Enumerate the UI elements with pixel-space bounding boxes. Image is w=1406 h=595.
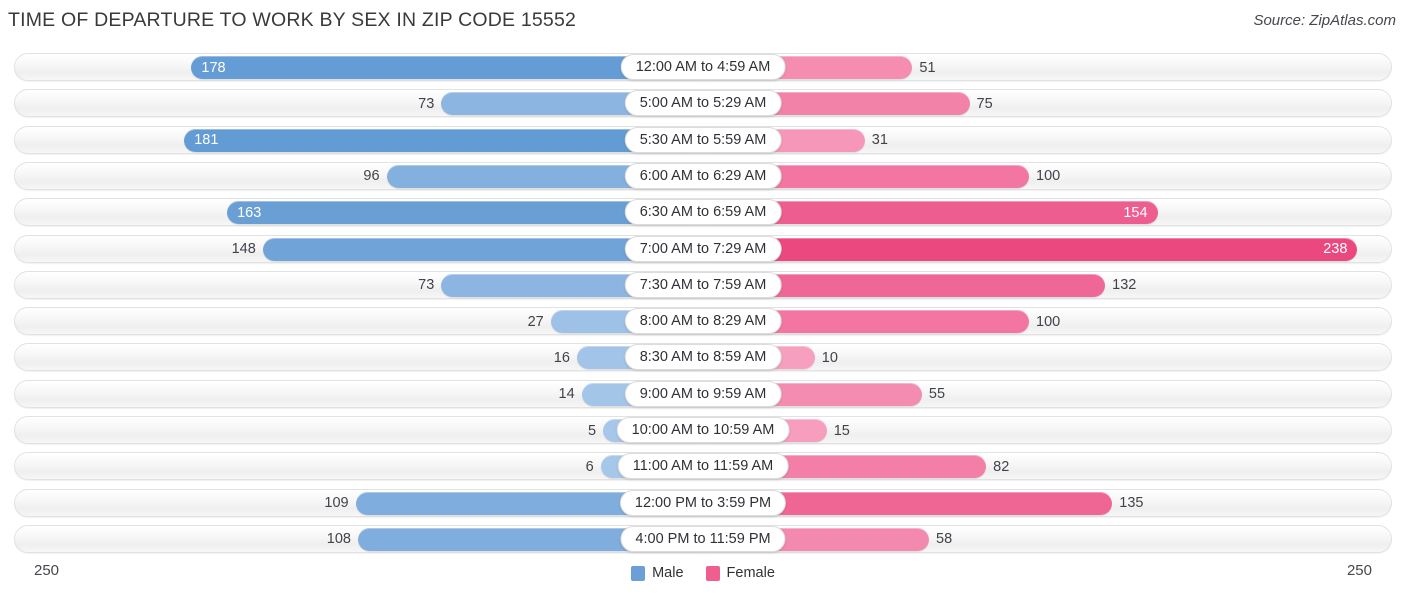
- chart-row[interactable]: 163 154 6:30 AM to 6:59 AM: [14, 198, 1392, 227]
- chart-row[interactable]: 181 31 5:30 AM to 5:59 AM: [14, 125, 1392, 154]
- bar-value-male: 5: [588, 422, 597, 439]
- plot-area: 178 51 12:00 AM to 4:59 AM 73 75 5:00 AM to 5…: [0, 50, 1406, 555]
- chart-row[interactable]: 16 10 8:30 AM to 8:59 AM: [14, 343, 1392, 372]
- category-label[interactable]: 12:00 PM to 3:59 PM: [619, 489, 787, 516]
- bar-value-male: 16: [553, 349, 570, 366]
- chart-row[interactable]: 14 55 9:00 AM to 9:59 AM: [14, 379, 1392, 408]
- chart-row[interactable]: 178 51 12:00 AM to 4:59 AM: [14, 53, 1392, 81]
- bar-value-female: 75: [976, 95, 993, 112]
- page-title: TIME OF DEPARTURE TO WORK BY SEX IN ZIP …: [8, 9, 577, 31]
- category-label[interactable]: 4:00 PM to 11:59 PM: [620, 525, 786, 552]
- category-label[interactable]: 11:00 AM to 11:59 AM: [617, 453, 789, 480]
- chart-row[interactable]: 6 82 11:00 AM to 11:59 AM: [14, 452, 1392, 481]
- bar-value-male: 14: [558, 385, 575, 402]
- bar-value-female: 154: [1123, 204, 1148, 221]
- category-label[interactable]: 7:00 AM to 7:29 AM: [624, 235, 782, 262]
- chart-row[interactable]: 73 75 5:00 AM to 5:29 AM: [14, 89, 1392, 118]
- category-label[interactable]: 6:00 AM to 6:29 AM: [624, 162, 782, 189]
- bar-value-female: 132: [1112, 277, 1137, 294]
- category-label[interactable]: 8:00 AM to 8:29 AM: [624, 308, 782, 335]
- bar-value-female: 15: [833, 422, 850, 439]
- category-label[interactable]: 8:30 AM to 8:59 AM: [624, 344, 782, 371]
- category-label[interactable]: 6:30 AM to 6:59 AM: [624, 199, 782, 226]
- bar-value-male: 96: [363, 168, 380, 185]
- chart-row[interactable]: 73 132 7:30 AM to 7:59 AM: [14, 270, 1392, 299]
- bar-value-male: 178: [201, 59, 226, 76]
- chart-row[interactable]: 108 58 4:00 PM to 11:59 PM: [14, 524, 1392, 553]
- bar-value-male: 181: [194, 131, 219, 148]
- legend-item-female[interactable]: Female: [705, 565, 775, 581]
- bar-value-male: 27: [527, 313, 544, 330]
- bar-value-female: 31: [871, 131, 888, 148]
- bar-value-female: 238: [1323, 240, 1348, 257]
- bar-value-male: 73: [418, 95, 435, 112]
- legend-label-male: Male: [652, 565, 684, 581]
- bar-value-male: 6: [585, 458, 594, 475]
- category-label[interactable]: 5:30 AM to 5:59 AM: [624, 126, 782, 153]
- bar-value-male: 109: [324, 494, 349, 511]
- source-attribution: Source: ZipAtlas.com: [1253, 12, 1396, 29]
- legend-item-male[interactable]: Male: [631, 565, 684, 581]
- bar-value-female: 135: [1119, 494, 1144, 511]
- bar-value-female: 100: [1036, 168, 1061, 185]
- bar-female[interactable]: 238: [703, 237, 1358, 261]
- category-label[interactable]: 12:00 AM to 4:59 AM: [620, 54, 786, 80]
- bar-value-female: 10: [821, 349, 838, 366]
- bar-value-female: 82: [993, 458, 1010, 475]
- chart-row[interactable]: 5 15 10:00 AM to 10:59 AM: [14, 416, 1392, 444]
- bar-value-female: 100: [1036, 313, 1061, 330]
- bar-value-female: 55: [928, 385, 946, 402]
- legend-swatch-female: [705, 565, 720, 581]
- legend: Male Female: [0, 565, 1406, 581]
- bar-value-female: 51: [919, 59, 936, 76]
- chart-row[interactable]: 148 238 7:00 AM to 7:29 AM: [14, 234, 1392, 263]
- bar-value-male: 163: [237, 204, 262, 221]
- legend-swatch-male: [631, 565, 646, 581]
- bar-value-male: 148: [231, 240, 256, 257]
- bar-value-female: 58: [936, 531, 953, 548]
- chart-root: TIME OF DEPARTURE TO WORK BY SEX IN ZIP …: [0, 0, 1406, 595]
- chart-row[interactable]: 96 100 6:00 AM to 6:29 AM: [14, 161, 1392, 190]
- category-label[interactable]: 5:00 AM to 5:29 AM: [624, 90, 782, 117]
- category-label[interactable]: 7:30 AM to 7:59 AM: [624, 271, 782, 298]
- category-label[interactable]: 10:00 AM to 10:59 AM: [616, 417, 790, 443]
- bar-value-male: 73: [418, 277, 435, 294]
- legend-label-female: Female: [726, 565, 775, 581]
- chart-row[interactable]: 109 135 12:00 PM to 3:59 PM: [14, 488, 1392, 517]
- bar-value-male: 108: [326, 531, 351, 548]
- chart-row[interactable]: 27 100 8:00 AM to 8:29 AM: [14, 307, 1392, 336]
- category-label[interactable]: 9:00 AM to 9:59 AM: [624, 380, 782, 407]
